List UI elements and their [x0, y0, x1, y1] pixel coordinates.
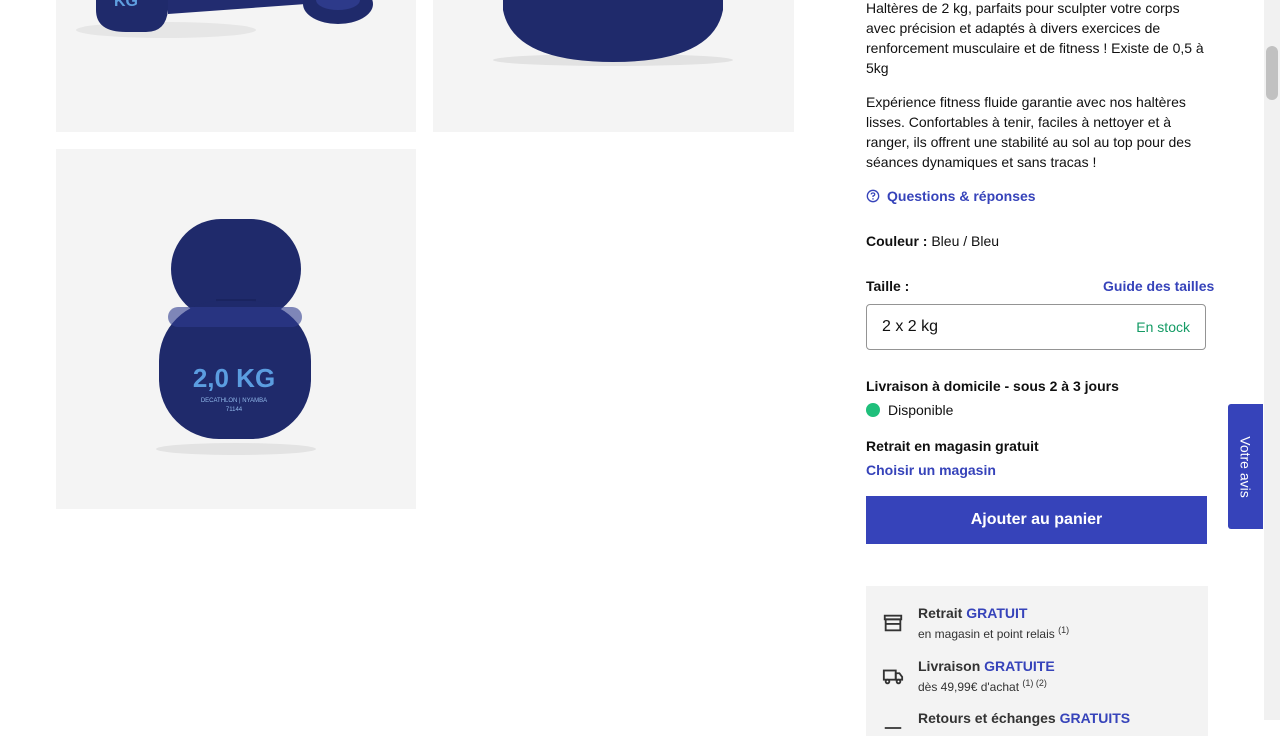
stock-status: En stock: [1136, 319, 1190, 335]
benefit-main: Retours et échanges: [918, 710, 1056, 726]
benefit-main: Livraison: [918, 658, 981, 674]
product-description-2: Expérience fitness fluide garantie avec …: [866, 94, 1192, 170]
product-image-3[interactable]: 2,0 KG DECATHLON | NYAMBA 71144: [56, 149, 416, 509]
choose-store-link[interactable]: Choisir un magasin: [866, 462, 996, 478]
product-image-1[interactable]: KG: [56, 0, 416, 132]
benefit-sub: dès 49,99€ d'achat: [918, 680, 1020, 694]
benefit-accent: GRATUITE: [984, 658, 1055, 674]
availability-status: Disponible: [866, 402, 953, 418]
scrollbar-thumb[interactable]: [1266, 46, 1278, 100]
feedback-tab[interactable]: Votre avis: [1228, 404, 1263, 529]
tile-1-text: KG: [114, 0, 138, 10]
store-icon: [883, 614, 903, 632]
return-icon: [884, 727, 902, 729]
benefits-box: Retrait GRATUIT en magasin et point rela…: [866, 586, 1208, 736]
size-guide-link[interactable]: Guide des tailles: [1103, 278, 1214, 294]
benefit-footnote: (1): [1058, 625, 1070, 635]
tile-3-weight: 2,0 KG: [193, 363, 275, 393]
color-info: Couleur : Bleu / Bleu: [866, 233, 999, 249]
questions-answers-link[interactable]: Questions & réponses: [866, 188, 1036, 204]
benefit-footnote: (1) (2): [1022, 678, 1047, 688]
tile-3-code: 71144: [226, 407, 243, 413]
benefit-item: Livraison GRATUITE dès 49,99€ d'achat (1…: [882, 657, 1055, 695]
add-to-cart-button[interactable]: Ajouter au panier: [866, 496, 1207, 544]
benefit-item: Retours et échanges GRATUITS: [882, 709, 1130, 739]
truck-icon: [882, 669, 904, 685]
size-value: 2 x 2 kg: [882, 318, 939, 335]
benefit-sub: en magasin et point relais: [918, 627, 1055, 641]
tile-2-text: 71198: [599, 0, 623, 2]
product-description-1: Haltères de 2 kg, parfaits pour sculpter…: [866, 0, 1204, 76]
store-pickup-title: Retrait en magasin gratuit: [866, 438, 1039, 454]
scrollbar-track[interactable]: [1264, 0, 1280, 720]
benefit-item: Retrait GRATUIT en magasin et point rela…: [882, 604, 1069, 642]
benefit-accent: GRATUITS: [1059, 710, 1131, 726]
question-icon: [866, 189, 880, 203]
benefit-main: Retrait: [918, 605, 963, 621]
color-label: Couleur :: [866, 233, 928, 249]
delivery-title: Livraison à domicile - sous 2 à 3 jours: [866, 378, 1119, 394]
benefit-accent: GRATUIT: [966, 605, 1028, 621]
questions-answers-label: Questions & réponses: [887, 188, 1036, 204]
size-selector[interactable]: 2 x 2 kg En stock: [866, 304, 1206, 350]
tile-3-brand: DECATHLON | NYAMBA: [201, 398, 267, 404]
availability-label: Disponible: [888, 402, 954, 418]
size-label: Taille :: [866, 278, 910, 294]
product-image-2[interactable]: 71198: [433, 0, 794, 132]
color-value: Bleu / Bleu: [931, 233, 1000, 249]
feedback-tab-label: Votre avis: [1237, 435, 1254, 498]
available-dot-icon: [866, 403, 880, 417]
